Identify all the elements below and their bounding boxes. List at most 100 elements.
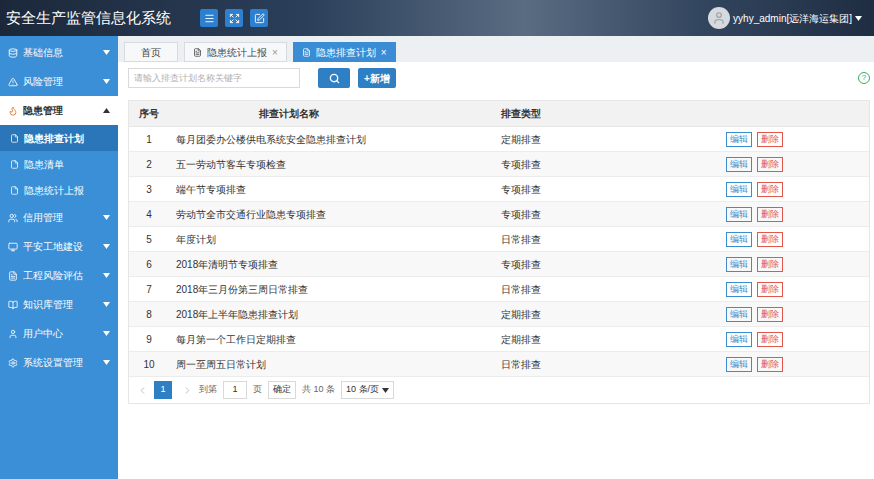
- sidebar-item[interactable]: 系统设置管理: [0, 348, 118, 377]
- delete-button[interactable]: 删除: [757, 257, 783, 272]
- monitor-icon: [8, 242, 18, 252]
- total-count: 共 10 条: [302, 383, 335, 397]
- page-size-select[interactable]: 10 条/页: [341, 381, 394, 399]
- toolbar: +新增?: [128, 62, 874, 88]
- plan-name: 端午节专项排查: [169, 182, 499, 197]
- help-button[interactable]: ?: [858, 72, 870, 84]
- plan-name: 2018年上半年隐患排查计划: [169, 307, 499, 322]
- tab[interactable]: 隐患统计上报×: [184, 42, 287, 62]
- user-menu[interactable]: yyhy_admin[远洋海运集团]: [708, 7, 874, 29]
- table-row[interactable]: 72018年三月份第三周日常排查日常排查编辑删除: [129, 277, 869, 302]
- edit-icon: [254, 13, 265, 24]
- user-icon: [8, 329, 18, 339]
- caret-down-icon: [103, 273, 110, 278]
- edit-button[interactable]: 编辑: [726, 132, 752, 147]
- edit-button[interactable]: 编辑: [726, 357, 752, 372]
- row-index: 6: [129, 257, 169, 272]
- sidebar-item[interactable]: 知识库管理: [0, 290, 118, 319]
- table-row[interactable]: 9每月第一个工作日定期排查定期排查编辑删除: [129, 327, 869, 352]
- caret-down-icon: [103, 215, 110, 220]
- table-row[interactable]: 82018年上半年隐患排查计划定期排查编辑删除: [129, 302, 869, 327]
- delete-button[interactable]: 删除: [757, 182, 783, 197]
- table-row[interactable]: 5年度计划日常排查编辑删除: [129, 227, 869, 252]
- row-index: 3: [129, 182, 169, 197]
- caret-up-icon: [103, 108, 110, 113]
- caret-down-icon: [103, 244, 110, 249]
- plan-type: 日常排查: [499, 357, 719, 372]
- sidebar-item[interactable]: 基础信息: [0, 38, 118, 67]
- plan-type: 定期排查: [499, 332, 719, 347]
- edit-button[interactable]: 编辑: [726, 182, 752, 197]
- prev-page-icon[interactable]: [137, 385, 148, 396]
- sidebar-subitem[interactable]: 隐患统计上报: [0, 177, 118, 203]
- page-icon: [10, 186, 19, 195]
- column-header: 序号: [129, 106, 169, 121]
- next-page-icon[interactable]: [182, 385, 193, 396]
- delete-button[interactable]: 删除: [757, 132, 783, 147]
- edit-button[interactable]: 编辑: [726, 207, 752, 222]
- edit-button[interactable]: 编辑: [726, 307, 752, 322]
- edit-button[interactable]: 编辑: [726, 157, 752, 172]
- tab-close-button[interactable]: ×: [381, 45, 387, 60]
- sidebar-group: 风险管理: [0, 67, 118, 96]
- sidebar-subitem[interactable]: 隐患排查计划: [0, 125, 118, 151]
- delete-button[interactable]: 删除: [757, 282, 783, 297]
- menu-icon: [204, 13, 215, 24]
- search-icon: [329, 73, 340, 84]
- sidebar-item[interactable]: 工程风险评估: [0, 261, 118, 290]
- sidebar-item[interactable]: 平安工地建设: [0, 232, 118, 261]
- sidebar-item[interactable]: 隐患管理: [0, 96, 118, 125]
- sidebar-group: 信用管理: [0, 203, 118, 232]
- warning-icon: [8, 77, 18, 87]
- fullscreen-button[interactable]: [225, 9, 243, 27]
- tab[interactable]: 首页: [124, 42, 178, 62]
- sidebar-group: 系统设置管理: [0, 348, 118, 377]
- gear-icon: [8, 358, 18, 368]
- search-input[interactable]: [128, 68, 300, 88]
- tab[interactable]: 隐患排查计划×: [293, 42, 396, 62]
- page-number[interactable]: 1: [154, 381, 172, 399]
- delete-button[interactable]: 删除: [757, 307, 783, 322]
- table-row[interactable]: 10周一至周五日常计划日常排查编辑删除: [129, 352, 869, 377]
- delete-button[interactable]: 删除: [757, 357, 783, 372]
- sidebar: 基础信息风险管理隐患管理隐患排查计划隐患清单隐患统计上报信用管理平安工地建设工程…: [0, 36, 118, 479]
- edit-button[interactable]: 编辑: [726, 232, 752, 247]
- table-row[interactable]: 4劳动节全市交通行业隐患专项排查专项排查编辑删除: [129, 202, 869, 227]
- sidebar-item[interactable]: 用户中心: [0, 319, 118, 348]
- plan-type: 日常排查: [499, 232, 719, 247]
- delete-button[interactable]: 删除: [757, 157, 783, 172]
- sidebar-item[interactable]: 风险管理: [0, 67, 118, 96]
- tab-close-button[interactable]: ×: [272, 45, 278, 60]
- table-row[interactable]: 1每月团委办公楼供电系统安全隐患排查计划定期排查编辑删除: [129, 127, 869, 152]
- caret-down-icon: [103, 360, 110, 365]
- edit-button[interactable]: 编辑: [726, 282, 752, 297]
- pagination: 1到第1页确定共 10 条10 条/页: [129, 377, 869, 403]
- caret-down-icon: [103, 302, 110, 307]
- column-header: 排查计划名称: [169, 106, 499, 121]
- table-row[interactable]: 62018年清明节专项排查专项排查编辑删除: [129, 252, 869, 277]
- delete-button[interactable]: 删除: [757, 207, 783, 222]
- confirm-button[interactable]: 确定: [268, 381, 296, 399]
- add-button[interactable]: +新增: [358, 68, 396, 88]
- row-index: 10: [129, 357, 169, 372]
- plan-type: 专项排查: [499, 257, 719, 272]
- plan-name: 2018年三月份第三周日常排查: [169, 282, 499, 297]
- sidebar-item[interactable]: 信用管理: [0, 203, 118, 232]
- menu-toggle-button[interactable]: [200, 9, 218, 27]
- plan-name: 劳动节全市交通行业隐患专项排查: [169, 207, 499, 222]
- delete-button[interactable]: 删除: [757, 332, 783, 347]
- sidebar-subitem[interactable]: 隐患清单: [0, 151, 118, 177]
- plan-name: 每月第一个工作日定期排查: [169, 332, 499, 347]
- table-row[interactable]: 3端午节专项排查专项排查编辑删除: [129, 177, 869, 202]
- search-button[interactable]: [318, 68, 350, 88]
- edit-button[interactable]: 编辑: [726, 257, 752, 272]
- plan-type: 专项排查: [499, 182, 719, 197]
- delete-button[interactable]: 删除: [757, 232, 783, 247]
- goto-label: 到第: [199, 383, 217, 397]
- table-row[interactable]: 2五一劳动节客车专项检查专项排查编辑删除: [129, 152, 869, 177]
- goto-input[interactable]: 1: [223, 381, 247, 399]
- edit-button[interactable]: 编辑: [726, 332, 752, 347]
- caret-down-icon: [855, 16, 862, 21]
- edit-button[interactable]: [250, 9, 268, 27]
- tab-bar: 首页隐患统计上报× 隐患排查计划×: [118, 36, 874, 62]
